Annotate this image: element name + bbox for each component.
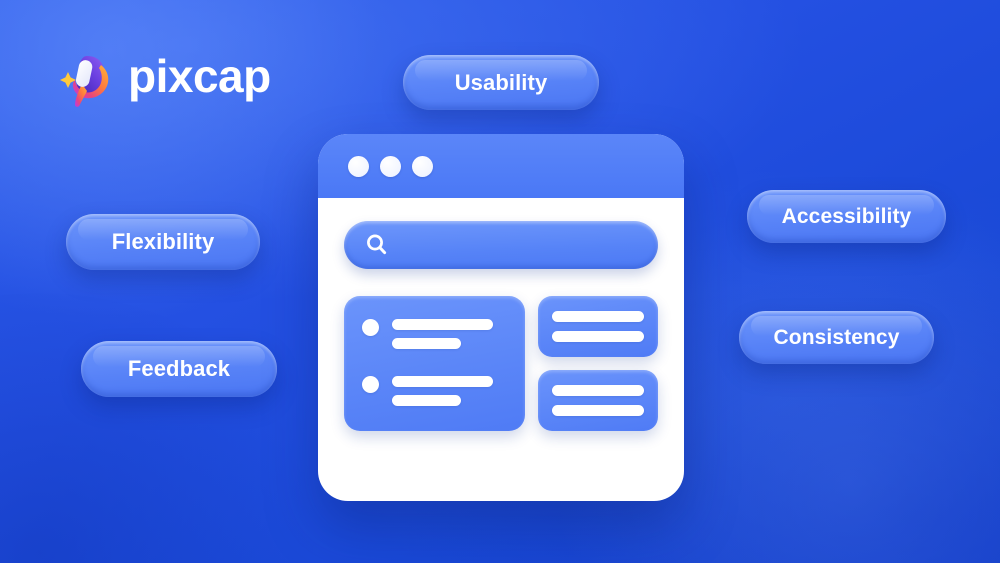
search-icon — [367, 234, 387, 255]
list-item[interactable] — [362, 318, 509, 349]
bullet-icon — [362, 376, 379, 393]
text-line-long — [552, 385, 644, 396]
list-item[interactable] — [362, 375, 509, 406]
text-line-long — [392, 376, 493, 387]
window-dot-3-icon[interactable] — [412, 155, 433, 177]
list-item-lines — [392, 318, 493, 349]
window-dot-2-icon[interactable] — [380, 155, 401, 177]
bullet-icon — [362, 319, 379, 336]
content-panels — [344, 296, 658, 431]
text-line-short — [552, 331, 644, 342]
brand-name: pixcap — [128, 50, 271, 102]
text-line-short — [552, 405, 644, 416]
pill-feedback[interactable]: Feedback — [81, 341, 277, 397]
side-card-1[interactable] — [538, 296, 658, 357]
text-line-long — [552, 311, 644, 322]
side-cards — [538, 296, 658, 431]
search-input[interactable] — [344, 221, 658, 269]
pill-usability[interactable]: Usability — [403, 55, 599, 110]
window-dot-1-icon[interactable] — [348, 155, 369, 177]
list-item-lines — [392, 375, 493, 406]
pill-usability-label: Usability — [454, 69, 548, 95]
list-panel[interactable] — [344, 296, 525, 431]
pill-consistency-label: Consistency — [773, 325, 900, 349]
pill-flexibility-label: Flexibility — [111, 229, 215, 254]
text-line-long — [392, 319, 493, 330]
browser-titlebar — [318, 134, 684, 198]
side-card-2[interactable] — [538, 370, 658, 431]
text-line-short — [392, 395, 461, 406]
pill-feedback-label: Feedback — [127, 356, 231, 381]
pixcap-swoosh-logo-icon — [60, 56, 109, 107]
pill-consistency[interactable]: Consistency — [739, 311, 934, 364]
brand-logo[interactable]: pixcap — [56, 48, 271, 108]
pill-accessibility[interactable]: Accessibility — [747, 190, 946, 243]
pill-accessibility-label: Accessibility — [781, 204, 912, 228]
canvas: pixcap Usability Flexibility Feedback Ac… — [0, 0, 1000, 563]
browser-window-illustration — [318, 134, 684, 501]
background-glow-bottom-left — [0, 293, 340, 563]
pill-flexibility[interactable]: Flexibility — [66, 214, 260, 270]
text-line-short — [392, 338, 461, 349]
browser-content — [318, 198, 684, 431]
